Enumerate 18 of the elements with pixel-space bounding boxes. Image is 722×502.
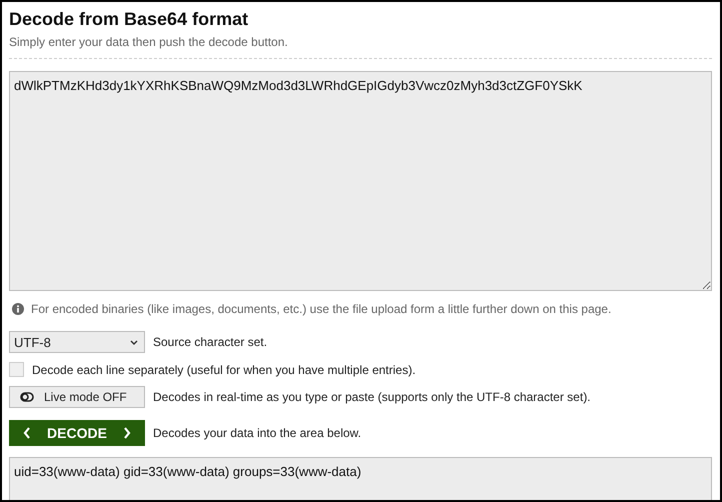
- input-field[interactable]: dWlkPTMzKHd3dy1kYXRhKSBnaWQ9MzMod3d3LWRhdGEpIGdyb3Vwcz0zMyh3d3ctZGF0YSkK: [9, 71, 712, 291]
- page-subtitle: Simply enter your data then push the decode button.: [9, 35, 289, 49]
- page-title: Decode from Base64 format: [9, 8, 250, 30]
- output-field[interactable]: uid=33(www-data) gid=33(www-data) groups=33(www-data): [9, 457, 712, 500]
- chevron-right-icon: [123, 427, 131, 439]
- option-label: Decodes your data into the area below.: [153, 426, 362, 440]
- option-label: Source character set.: [153, 335, 268, 349]
- live-mode-button[interactable]: Live mode OFF: [9, 386, 145, 408]
- charset-select[interactable]: UTF-8: [9, 331, 145, 353]
- chevron-left-icon: [23, 427, 31, 439]
- info-text: For encoded binaries (like images, documents, etc.) use the file upload form a little further down on this page.: [31, 302, 612, 316]
- toggle-icon: [20, 392, 34, 402]
- info-icon: [12, 303, 24, 315]
- option-label: Decode each line separately (useful for when you have multiple entries).: [32, 362, 416, 376]
- checkbox[interactable]: [9, 362, 24, 377]
- option-label: Decodes in real-time as you type or paste (supports only the UTF-8 character set).: [153, 390, 591, 404]
- chevron-down-icon: [130, 340, 138, 344]
- decode-button[interactable]: DECODE: [9, 420, 145, 446]
